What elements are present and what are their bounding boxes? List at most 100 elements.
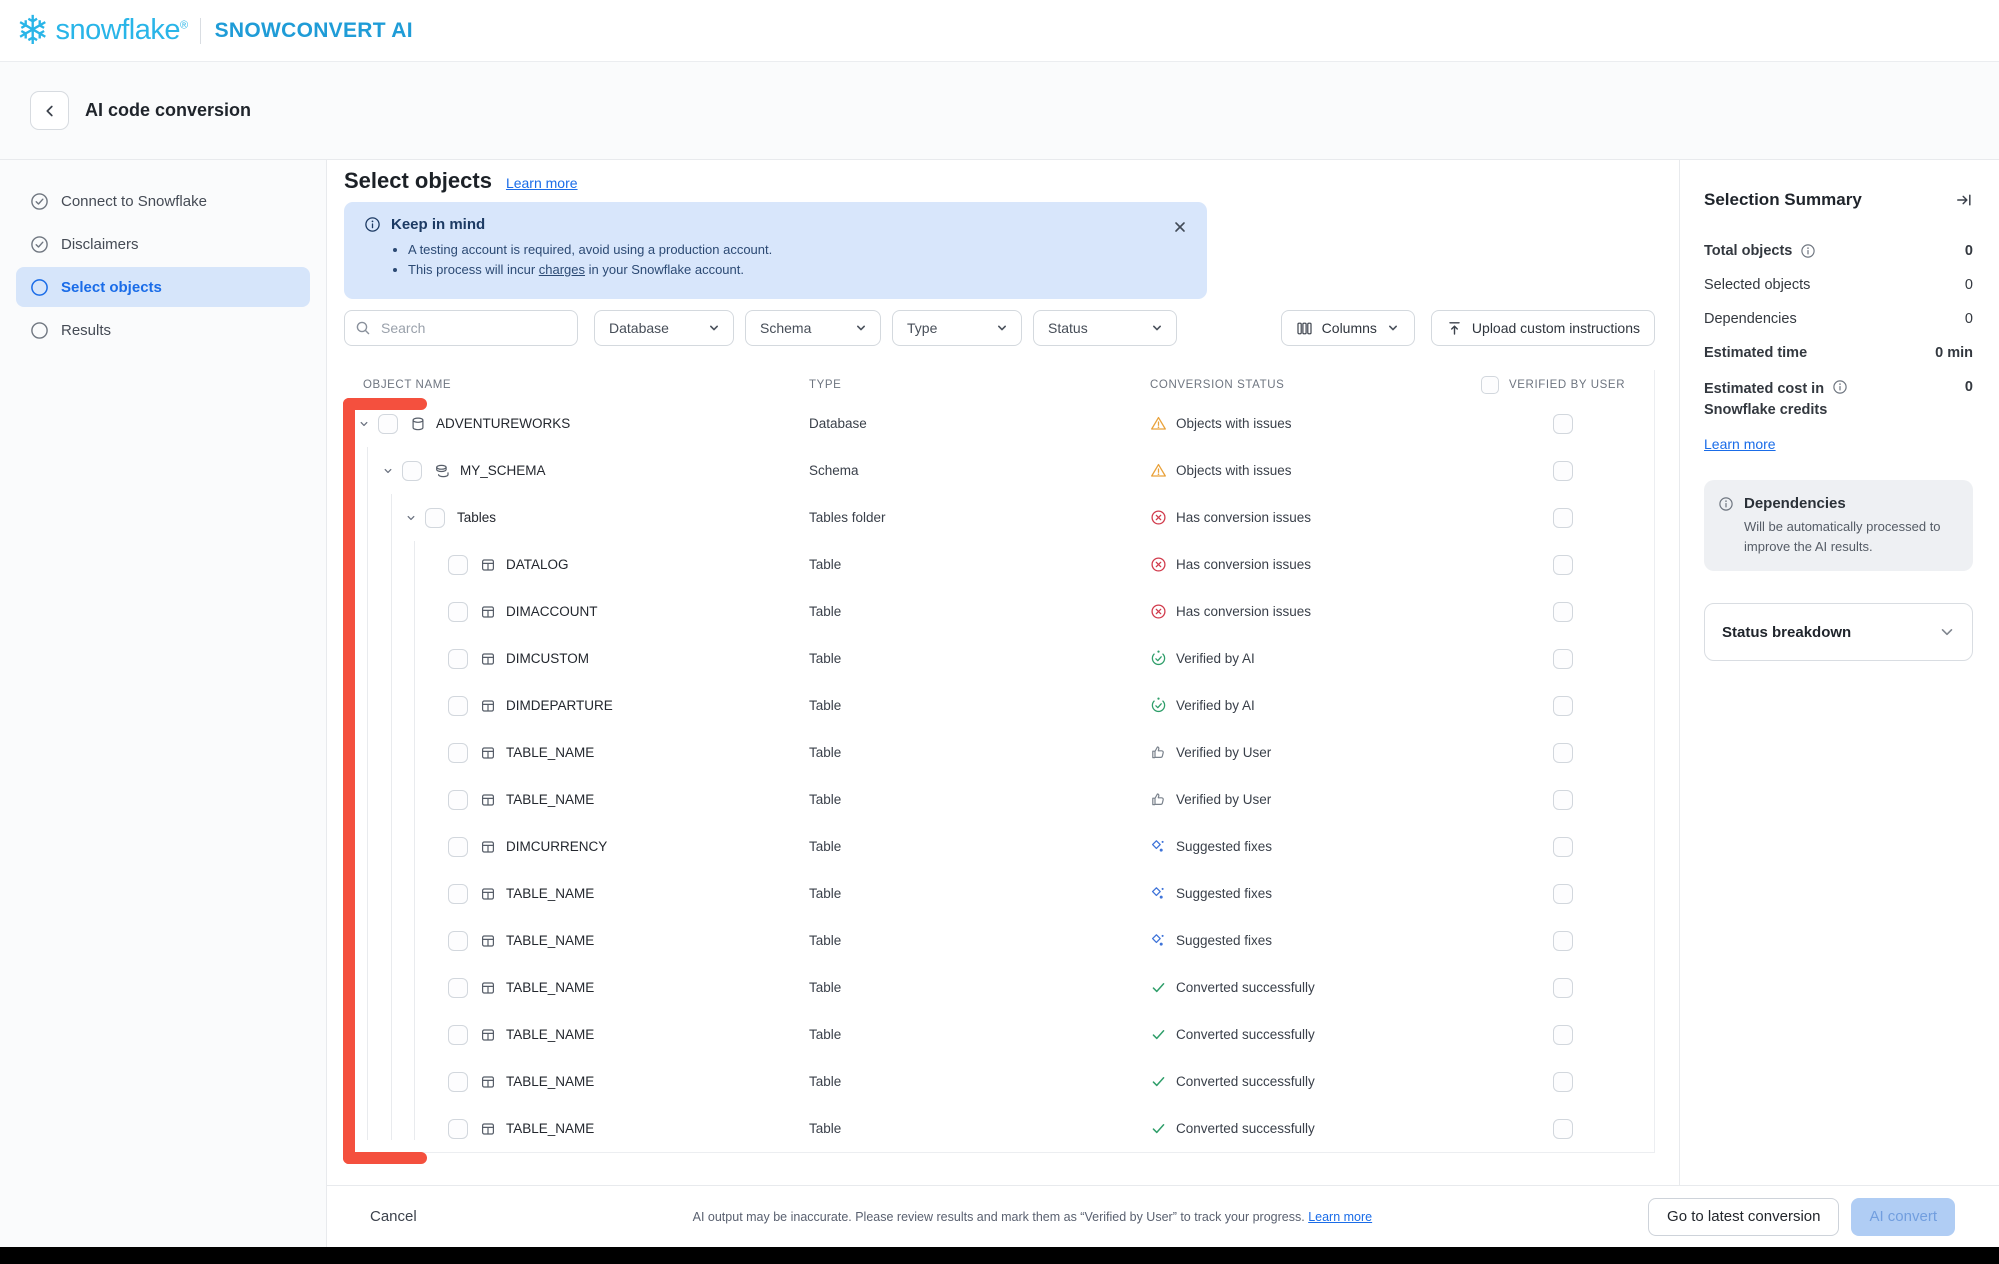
learn-more-link[interactable]: Learn more [506,175,578,191]
object-type: Table [809,1121,1150,1136]
object-name: TABLE_NAME [506,1074,594,1089]
table-row[interactable]: DIMACCOUNTTableHas conversion issues [344,588,1654,635]
status-filter-dropdown[interactable]: Status [1033,310,1177,346]
verify-checkbox[interactable] [1553,1119,1573,1139]
table-row[interactable]: DIMCUSTOMTableVerified by AI [344,635,1654,682]
schema-filter-dropdown[interactable]: Schema [745,310,881,346]
sidebar-item-disclaimers[interactable]: Disclaimers [16,224,310,264]
cancel-button[interactable]: Cancel [370,1208,417,1225]
go-to-latest-conversion-button[interactable]: Go to latest conversion [1648,1198,1839,1236]
conversion-status-label: Converted successfully [1176,1074,1315,1089]
table-row[interactable]: DATALOGTableHas conversion issues [344,541,1654,588]
stat-value: 0 [1965,243,1973,259]
summary-learn-more-link[interactable]: Learn more [1704,436,1776,452]
table-row[interactable]: DIMCURRENCYTableSuggested fixes [344,823,1654,870]
verify-checkbox[interactable] [1553,461,1573,481]
verify-checkbox[interactable] [1553,414,1573,434]
row-checkbox[interactable] [448,790,468,810]
upload-button-label: Upload custom instructions [1472,320,1640,336]
verify-checkbox[interactable] [1553,508,1573,528]
object-name: TABLE_NAME [506,886,594,901]
sidebar-item-connect-to-snowflake[interactable]: Connect to Snowflake [16,181,310,221]
verify-all-checkbox[interactable] [1481,376,1499,394]
upload-custom-instructions-button[interactable]: Upload custom instructions [1431,310,1655,346]
table-icon [480,651,496,667]
info-icon[interactable] [1832,379,1848,395]
table-row[interactable]: TablesTables folderHas conversion issues [344,494,1654,541]
verify-checkbox[interactable] [1553,790,1573,810]
conversion-status-label: Has conversion issues [1176,510,1311,525]
table-row[interactable]: TABLE_NAMETableConverted successfully [344,1105,1654,1152]
warning-triangle-icon [1150,462,1167,479]
search-input[interactable] [379,319,567,337]
object-type: Table [809,604,1150,619]
row-checkbox[interactable] [448,602,468,622]
row-checkbox[interactable] [448,837,468,857]
table-row[interactable]: TABLE_NAMETableConverted successfully [344,964,1654,1011]
sidebar-item-results[interactable]: Results [16,310,310,350]
table-row[interactable]: ADVENTUREWORKSDatabaseObjects with issue… [344,400,1654,447]
table-row[interactable]: TABLE_NAMETableConverted successfully [344,1011,1654,1058]
verify-checkbox[interactable] [1553,978,1573,998]
row-checkbox[interactable] [448,696,468,716]
row-checkbox[interactable] [448,649,468,669]
table-icon [480,604,496,620]
conversion-status-label: Verified by AI [1176,698,1255,713]
row-checkbox[interactable] [448,1119,468,1139]
row-checkbox[interactable] [425,508,445,528]
back-button[interactable] [30,91,69,130]
info-icon[interactable] [1800,243,1816,259]
verify-checkbox[interactable] [1553,1072,1573,1092]
verify-checkbox[interactable] [1553,555,1573,575]
object-type: Tables folder [809,510,1150,525]
expand-chevron-icon[interactable] [382,465,394,477]
table-row[interactable]: MY_SCHEMASchemaObjects with issues [344,447,1654,494]
expand-chevron-icon[interactable] [405,512,417,524]
verify-checkbox[interactable] [1553,884,1573,904]
table-row[interactable]: TABLE_NAMETableSuggested fixes [344,917,1654,964]
banner-close-button[interactable] [1169,216,1191,238]
verify-checkbox[interactable] [1553,837,1573,857]
close-icon [1173,220,1187,234]
verify-checkbox[interactable] [1553,743,1573,763]
table-row[interactable]: TABLE_NAMETableVerified by User [344,776,1654,823]
verify-checkbox[interactable] [1553,649,1573,669]
row-checkbox[interactable] [448,1072,468,1092]
table-row[interactable]: TABLE_NAMETableVerified by User [344,729,1654,776]
verify-checkbox[interactable] [1553,1025,1573,1045]
dependencies-card-title: Dependencies [1744,495,1846,512]
sidebar-item-select-objects[interactable]: Select objects [16,267,310,307]
verify-checkbox[interactable] [1553,931,1573,951]
table-icon [480,557,496,573]
chevron-down-icon [854,321,868,335]
row-checkbox[interactable] [448,743,468,763]
ai-convert-button[interactable]: AI convert [1851,1198,1955,1236]
database-filter-dropdown[interactable]: Database [594,310,734,346]
expand-chevron-icon[interactable] [358,418,370,430]
footer-learn-more-link[interactable]: Learn more [1308,1210,1372,1224]
type-filter-dropdown[interactable]: Type [892,310,1022,346]
row-checkbox[interactable] [448,884,468,904]
row-checkbox[interactable] [448,1025,468,1045]
search-box[interactable] [344,310,578,346]
row-checkbox[interactable] [378,414,398,434]
table-row[interactable]: DIMDEPARTURETableVerified by AI [344,682,1654,729]
table-row[interactable]: TABLE_NAMETableSuggested fixes [344,870,1654,917]
ai-verified-icon [1150,697,1167,714]
verify-checkbox[interactable] [1553,696,1573,716]
sidebar-item-label: Results [61,322,111,339]
row-checkbox[interactable] [402,461,422,481]
table-row[interactable]: TABLE_NAMETableConverted successfully [344,1058,1654,1105]
footer-disclaimer: AI output may be inaccurate. Please revi… [417,1210,1648,1224]
row-checkbox[interactable] [448,978,468,998]
status-breakdown-toggle[interactable]: Status breakdown [1704,603,1973,661]
row-checkbox[interactable] [448,555,468,575]
selection-summary-panel: Selection Summary Total objects 0 Select… [1679,160,1999,1185]
columns-button[interactable]: Columns [1281,310,1415,346]
charges-link[interactable]: charges [539,262,585,277]
tree-guide-line [414,541,415,1140]
row-checkbox[interactable] [448,931,468,951]
top-navigation-bar: ❄ snowflake® SNOWCONVERT AI [0,0,1999,62]
verify-checkbox[interactable] [1553,602,1573,622]
collapse-panel-icon[interactable] [1955,191,1973,209]
